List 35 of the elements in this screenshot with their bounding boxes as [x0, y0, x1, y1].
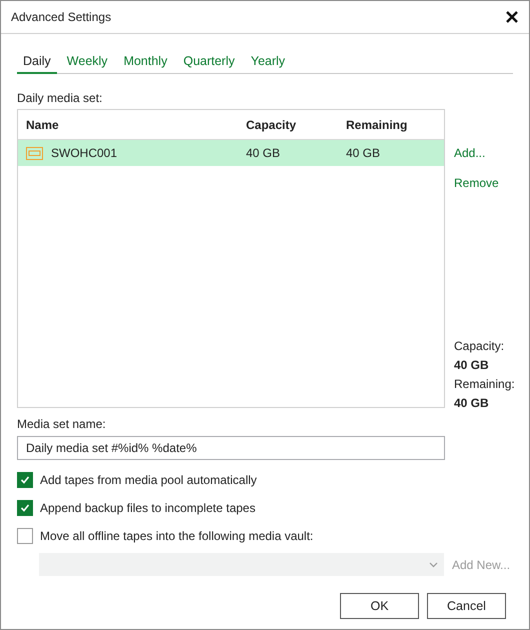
check-icon [20, 475, 30, 485]
field-label: Media set name: [17, 417, 107, 431]
close-button[interactable] [505, 10, 519, 24]
checkbox-label: Append backup files to incomplete tapes [40, 501, 256, 515]
summary-label: Capacity: [454, 339, 506, 353]
column-header: Remaining [346, 118, 408, 132]
table-cell-text: 40 GB [246, 146, 282, 160]
action-link[interactable]: Add... [454, 146, 515, 160]
summary-value: 40 GB [454, 396, 490, 410]
action-link[interactable]: Remove [454, 176, 515, 190]
table-row[interactable]: SWOHC001 40 GB 40 GB [18, 140, 444, 166]
tape-icon [26, 146, 43, 160]
tab[interactable]: Daily [17, 54, 57, 74]
summary-label: Remaining: [454, 377, 515, 391]
column-header: Name [26, 118, 60, 132]
media-set-name-field[interactable]: Daily media set #%id% %date% [17, 436, 445, 460]
column-header: Capacity [246, 118, 298, 132]
tab[interactable]: Quarterly [177, 54, 241, 74]
tab[interactable]: Yearly [244, 54, 292, 74]
dialog-button[interactable]: OK [340, 593, 419, 619]
chevron-down-icon [429, 562, 438, 568]
summary-value: 40 GB [454, 358, 490, 372]
check-icon [20, 503, 30, 513]
dialog-button[interactable]: Cancel [427, 593, 506, 619]
tab[interactable]: Weekly [60, 54, 114, 74]
checkbox[interactable] [17, 500, 33, 516]
window-title: Advanced Settings [11, 10, 112, 24]
tab[interactable]: Monthly [118, 54, 174, 74]
media-set-label: Daily media set: [17, 91, 104, 105]
table-cell: SWOHC001 [51, 146, 118, 160]
table-cell-text: 40 GB [346, 146, 382, 160]
checkbox[interactable] [17, 528, 33, 544]
checkbox-label: Add tapes from media pool automatically [40, 473, 257, 487]
checkbox-label: Move all offline tapes into the following media vault: [40, 529, 314, 543]
checkbox[interactable] [17, 472, 33, 488]
